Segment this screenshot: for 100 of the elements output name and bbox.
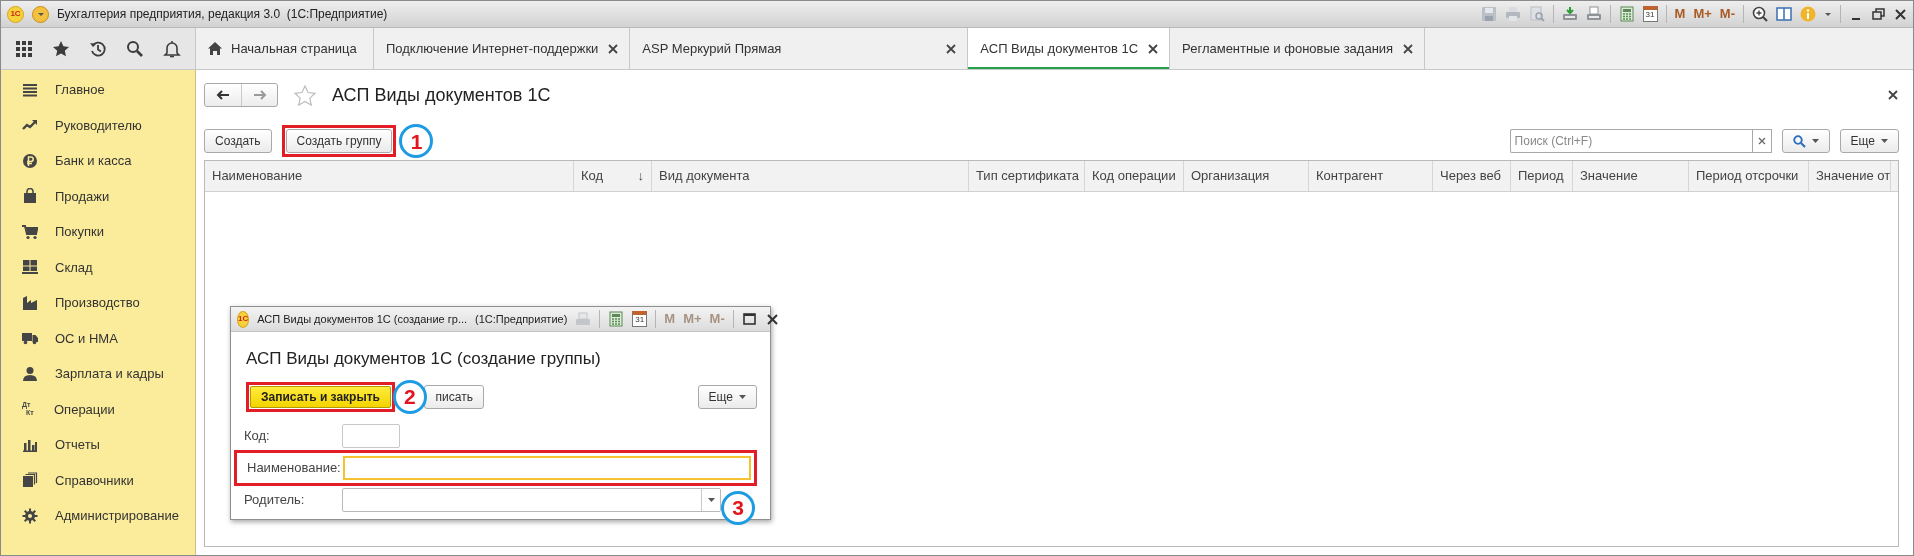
sidebar-item[interactable]: Производство [1,285,195,321]
column-header[interactable]: Значение [1573,161,1689,191]
send-icon[interactable] [1561,6,1578,22]
column-header[interactable]: Вид документа [652,161,969,191]
scanner-icon[interactable] [1585,6,1602,22]
more-button[interactable]: Еще [1839,129,1899,153]
close-icon[interactable] [945,42,958,55]
sidebar-item[interactable]: Банк и касса [1,143,195,179]
favorite-star-icon[interactable] [294,84,316,106]
panel-icon[interactable] [1776,6,1792,22]
step-number-marker: 2 [392,379,427,414]
memory-button[interactable]: M- [1719,4,1735,24]
caret-icon [739,394,746,399]
sidebar-item[interactable]: Склад [1,249,195,285]
app-logo: 1С [237,310,250,328]
dropdown-field[interactable] [342,487,721,512]
dialog-heading: АСП Виды документов 1С (создание группы) [245,348,602,370]
factory-icon [22,294,38,311]
window-title: Бухгалтерия предприятия, редакция 3.0 (1С:Предприятие) [57,6,388,23]
sidebar-item[interactable]: Справочники [1,462,195,498]
close-icon [1757,137,1766,145]
bell-icon[interactable] [163,39,182,58]
calculator-icon[interactable] [1618,6,1635,22]
column-header[interactable]: Через веб [1433,161,1511,191]
column-header[interactable]: Период [1511,161,1573,191]
sidebar-item[interactable]: Зарплата и кадры [1,356,195,392]
main-menu-button[interactable] [32,5,49,23]
close-icon[interactable] [1887,89,1899,101]
column-header[interactable]: Организация [1184,161,1309,191]
tab[interactable]: АСП Виды документов 1С [968,28,1171,69]
ruble-icon [22,152,38,169]
caret-icon [36,11,45,17]
column-header[interactable]: Код ↓ [574,161,652,191]
tab[interactable]: Подключение Интернет-поддержки [374,28,631,69]
app-logo: 1С [7,5,24,23]
settings-icon [22,507,38,524]
caret-icon [707,497,715,502]
navigation-buttons[interactable] [204,83,278,107]
close-icon[interactable] [764,312,779,326]
arrow-right-icon [252,90,267,100]
toolbar-button[interactable]: Создать [204,129,272,153]
sidebar-item[interactable]: Отчеты [1,427,195,463]
sidebar-item[interactable]: Продажи [1,178,195,214]
restore-icon[interactable] [1871,7,1885,21]
sidebar-item[interactable]: ОС и НМА [1,320,195,356]
toolbar-button[interactable]: Создать группу [285,129,393,153]
save-button[interactable]: писать [423,384,484,409]
star-icon[interactable] [51,39,70,58]
maximize-icon[interactable] [741,312,757,326]
input-field[interactable] [342,423,400,448]
sidebar-item[interactable]: Главное [1,72,195,108]
search-icon[interactable] [126,39,145,58]
caret-icon [1811,139,1819,143]
truck-icon [22,330,38,347]
input-field[interactable] [343,455,751,480]
warehouse-icon [22,259,38,276]
clear-button[interactable] [1751,129,1772,153]
menu-icon [22,81,38,98]
sidebar-item[interactable]: Администрирование [1,498,195,534]
tab[interactable]: Регламентные и фоновые задания [1170,28,1426,69]
step-number-marker: 3 [721,490,755,525]
field-label: Родитель: [244,490,306,509]
window-title: АСП Виды документов 1С (создание гр... [257,311,468,327]
field-label: Наименование: [247,458,342,477]
step-number-marker: 1 [399,124,434,158]
apps-grid-icon[interactable] [14,39,33,58]
arrow-left-icon [216,90,230,100]
home-icon [208,42,222,55]
sidebar-item[interactable]: Руководителю [1,107,195,143]
calendar-button[interactable]: 31 [1642,6,1658,22]
bag-icon [22,188,38,205]
close-icon[interactable] [1147,42,1160,55]
column-header[interactable]: Тип сертификата [969,161,1085,191]
field-label: Код: [244,426,271,445]
column-header[interactable]: Значение от [1809,161,1891,191]
form-title: АСП Виды документов 1С [332,83,551,107]
caret-icon[interactable] [1824,11,1832,17]
column-header[interactable]: Наименование [205,161,574,191]
tab[interactable]: Начальная страница [196,28,374,69]
save-and-close-button[interactable]: Записать и закрыть [250,385,391,408]
close-icon[interactable] [1893,7,1907,21]
search-field[interactable]: Поиск (Ctrl+F) [1509,129,1752,153]
more-button[interactable]: Еще [697,384,757,409]
documents-icon [22,472,38,489]
calculator-icon[interactable] [608,311,625,327]
column-header[interactable]: Контрагент [1309,161,1433,191]
column-header[interactable]: Период отсрочки [1689,161,1809,191]
close-icon[interactable] [607,42,620,55]
column-header[interactable]: Код операции [1085,161,1184,191]
memory-button[interactable]: M+ [1693,4,1712,24]
memory-button[interactable]: M [1674,4,1686,24]
history-icon[interactable] [88,39,107,58]
calendar-button[interactable]: 31 [632,311,648,327]
close-icon[interactable] [1402,42,1415,55]
search-icon [1792,134,1806,148]
zoom-in-icon[interactable] [1752,6,1768,22]
sidebar-item[interactable]: Покупки [1,214,195,250]
search-button[interactable] [1781,129,1830,153]
window-title: (1С:Предприятие) [475,311,568,327]
person-icon [22,365,38,382]
